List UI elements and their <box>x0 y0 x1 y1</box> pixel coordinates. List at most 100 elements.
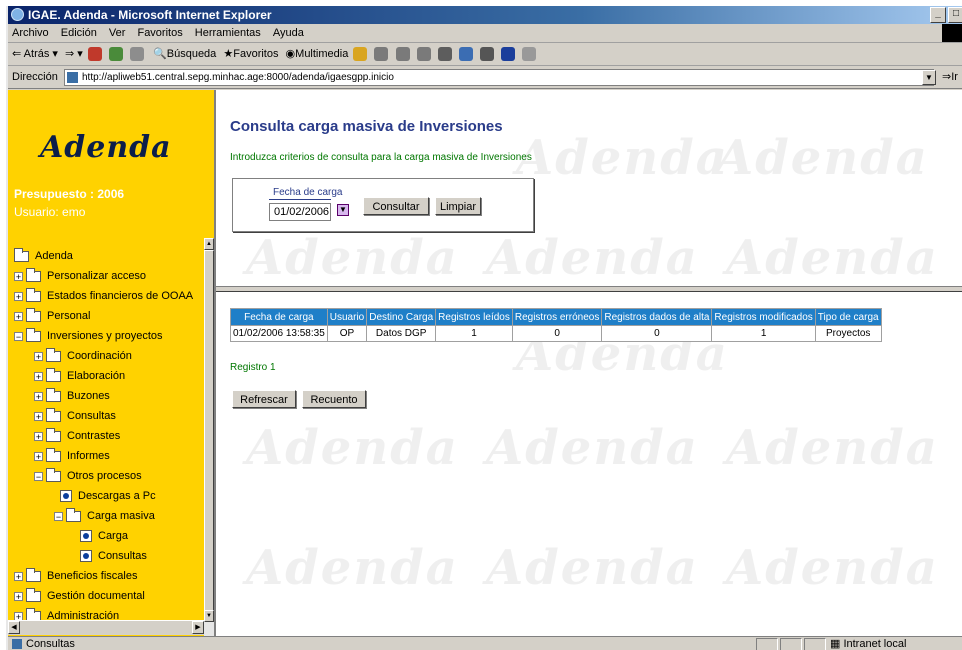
scroll-left-icon[interactable]: ◀ <box>8 621 20 634</box>
tree-item-beneficios-fiscales[interactable]: + Beneficios fiscales <box>14 567 138 584</box>
menu-favoritos[interactable]: Favoritos <box>137 27 182 39</box>
table-cell: OP <box>327 326 367 341</box>
tree-item-elaboracion[interactable]: + Elaboración <box>34 367 125 384</box>
tree-item-carga-masiva[interactable]: − Carga masiva <box>54 507 155 524</box>
watermark: Adenda <box>246 230 459 286</box>
sidebar-horizontal-scrollbar[interactable]: ◀ ▶ <box>8 620 204 635</box>
status-segment <box>780 638 802 650</box>
expand-icon[interactable]: + <box>34 391 43 401</box>
menu-bar: Archivo Edición Ver Favoritos Herramient… <box>8 24 962 43</box>
column-header: Registros erróneos <box>512 309 602 325</box>
minimize-button[interactable]: _ <box>930 7 946 23</box>
calendar-icon[interactable]: ▼ <box>337 204 349 216</box>
menu-archivo[interactable]: Archivo <box>12 27 49 39</box>
watermark: Adenda <box>486 230 699 286</box>
folder-icon <box>26 267 41 282</box>
frame-divider[interactable] <box>216 286 962 292</box>
refrescar-button[interactable]: Refrescar <box>232 390 296 408</box>
sidebar-vertical-scrollbar[interactable]: ▲ ▼ <box>204 238 214 636</box>
table-cell: 0 <box>512 326 602 341</box>
folder-icon <box>46 387 61 402</box>
windows-logo-icon <box>942 24 962 42</box>
copy-icon[interactable] <box>374 47 389 62</box>
expand-icon[interactable]: + <box>14 591 23 601</box>
print-icon[interactable] <box>479 47 494 62</box>
consultar-button[interactable]: Consultar <box>363 197 429 215</box>
expand-icon[interactable]: + <box>34 371 43 381</box>
expand-icon[interactable]: + <box>14 571 23 581</box>
tree-item-estados-financieros[interactable]: + Estados financieros de OOAA <box>14 287 193 304</box>
history-icon[interactable] <box>353 47 368 62</box>
folder-icon <box>46 427 61 442</box>
scroll-down-icon[interactable]: ▼ <box>204 610 214 622</box>
search-button[interactable]: 🔍Búsqueda <box>153 48 216 60</box>
home-icon[interactable] <box>129 47 144 62</box>
expand-icon[interactable]: + <box>34 451 43 461</box>
tree-item-coordinacion[interactable]: + Coordinación <box>34 347 132 364</box>
address-dropdown-icon[interactable]: ▼ <box>922 70 936 85</box>
status-bar: Consultas ▦ Intranet local <box>8 636 962 650</box>
limpiar-button[interactable]: Limpiar <box>435 197 481 215</box>
document-icon <box>60 490 72 503</box>
tree-item-personalizar-acceso[interactable]: + Personalizar acceso <box>14 267 146 284</box>
expand-icon[interactable]: + <box>14 271 23 281</box>
tools-icon[interactable] <box>437 47 452 62</box>
paste-icon[interactable] <box>395 47 410 62</box>
back-button[interactable]: ⇐ Atrás ▾ <box>12 48 58 60</box>
collapse-icon[interactable]: − <box>34 471 43 481</box>
menu-herramientas[interactable]: Herramientas <box>195 27 261 39</box>
refresh-icon[interactable] <box>108 47 123 62</box>
expand-icon[interactable]: + <box>14 311 23 321</box>
mail-icon[interactable] <box>458 47 473 62</box>
menu-edicion[interactable]: Edición <box>61 27 97 39</box>
fecha-carga-input[interactable]: 01/02/2006 <box>269 203 331 221</box>
tree-item-buzones[interactable]: + Buzones <box>34 387 110 404</box>
tree-item-inversiones-proyectos[interactable]: − Inversiones y proyectos <box>14 327 163 344</box>
scroll-thumb[interactable] <box>204 250 214 620</box>
status-segment <box>756 638 778 650</box>
scroll-right-icon[interactable]: ▶ <box>192 621 204 634</box>
tree-item-carga[interactable]: Carga <box>80 528 128 544</box>
tree-item-adenda[interactable]: Adenda <box>14 247 73 264</box>
folder-icon <box>26 307 41 322</box>
results-table: Fecha de carga Usuario Destino Carga Reg… <box>230 308 882 342</box>
expand-icon[interactable]: + <box>34 351 43 361</box>
tree-item-gestion-documental[interactable]: + Gestión documental <box>14 587 145 604</box>
scroll-up-icon[interactable]: ▲ <box>204 238 214 250</box>
window-title: IGAE. Adenda - Microsoft Internet Explor… <box>28 8 272 22</box>
tree-item-informes[interactable]: + Informes <box>34 447 110 464</box>
cut-icon[interactable] <box>416 47 431 62</box>
menu-ver[interactable]: Ver <box>109 27 126 39</box>
tree-item-otros-procesos[interactable]: − Otros procesos <box>34 467 142 484</box>
menu-ayuda[interactable]: Ayuda <box>273 27 304 39</box>
folder-open-icon <box>66 507 81 522</box>
folder-open-icon <box>26 327 41 342</box>
tree-item-personal[interactable]: + Personal <box>14 307 90 324</box>
table-cell: Proyectos <box>815 326 881 341</box>
address-url: http://apliweb51.central.sepg.minhac.age… <box>82 72 394 83</box>
expand-icon[interactable]: + <box>34 431 43 441</box>
collapse-icon[interactable]: − <box>14 331 23 341</box>
stop-icon[interactable] <box>87 47 102 62</box>
favorites-button[interactable]: ★Favoritos <box>223 48 278 60</box>
expand-icon[interactable]: + <box>14 291 23 301</box>
column-header: Fecha de carga <box>231 309 327 325</box>
edit-icon[interactable] <box>500 47 515 62</box>
recuento-button[interactable]: Recuento <box>302 390 366 408</box>
multimedia-button[interactable]: ◉Multimedia <box>286 48 349 60</box>
expand-icon[interactable]: + <box>34 411 43 421</box>
table-row[interactable]: 01/02/2006 13:58:35 OP Datos DGP 1 0 0 1… <box>231 326 881 341</box>
maximize-button[interactable]: □ <box>948 7 962 23</box>
address-bar: Dirección http://apliweb51.central.sepg.… <box>8 66 962 89</box>
tree-item-descargas-pc[interactable]: Descargas a Pc <box>60 488 156 504</box>
tree-item-contrastes[interactable]: + Contrastes <box>34 427 120 444</box>
collapse-icon[interactable]: − <box>54 511 63 521</box>
address-input[interactable]: http://apliweb51.central.sepg.minhac.age… <box>64 69 934 86</box>
go-button[interactable]: ⇒Ir <box>942 66 958 88</box>
tree-item-consultas[interactable]: + Consultas <box>34 407 116 424</box>
discuss-icon[interactable] <box>521 47 536 62</box>
tree-item-consultas-carga[interactable]: Consultas <box>80 548 147 564</box>
table-header-row: Fecha de carga Usuario Destino Carga Reg… <box>231 309 881 325</box>
adenda-logo: Adenda <box>40 130 172 165</box>
forward-button[interactable]: ⇒ ▾ <box>65 48 83 60</box>
